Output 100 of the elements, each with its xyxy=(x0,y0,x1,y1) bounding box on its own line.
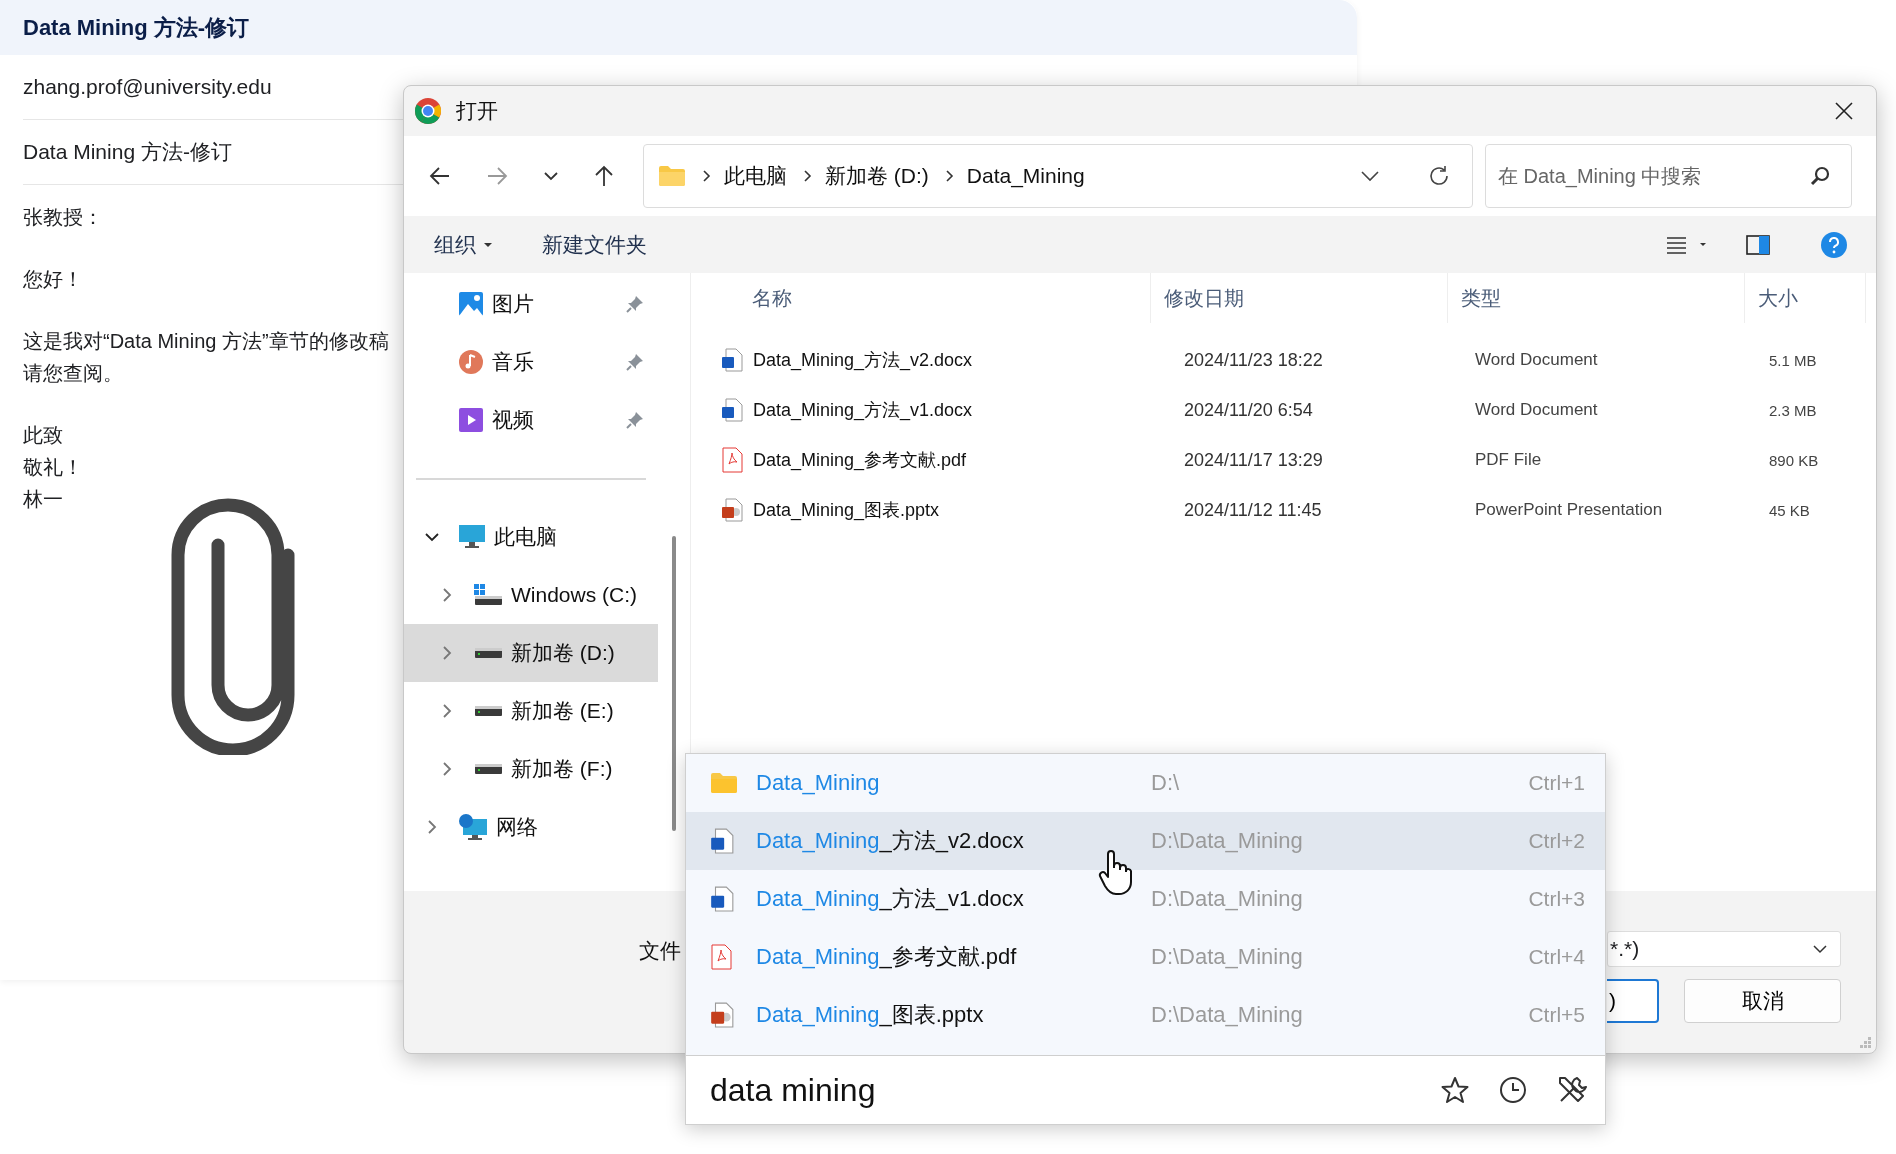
nav-label: 此电脑 xyxy=(494,524,557,550)
result-name: Data_Mining_方法_v2.docx xyxy=(756,827,1025,855)
dropdown-icon[interactable] xyxy=(1360,169,1380,183)
tree-item[interactable]: 新加卷 (D:) xyxy=(404,624,658,682)
body-text: 您好！ xyxy=(23,267,83,292)
body-text: 请您查阅。 xyxy=(23,361,123,386)
chevron-icon xyxy=(944,169,955,183)
file-name: Data_Mining_方法_v1.docx xyxy=(753,399,973,422)
modified-date: 2024/11/12 11:45 xyxy=(1183,499,1323,521)
tree-item[interactable]: Windows (C:) xyxy=(404,566,658,624)
drive-icon xyxy=(473,704,503,718)
file-name: Data_Mining_图表.pptx xyxy=(753,499,940,522)
system-drive-icon xyxy=(473,583,503,607)
search-field[interactable]: 在 Data_Mining 中搜索 xyxy=(1485,144,1852,208)
result-item[interactable]: Data_Mining_参考文献.pdf D:\Data_Mining Ctrl+4 xyxy=(686,928,1605,986)
quick-access-item[interactable]: 图片 xyxy=(404,275,658,333)
word-file-icon xyxy=(710,886,734,912)
quick-access-item[interactable]: 视频 xyxy=(404,391,658,449)
breadcrumb-item[interactable]: Data_Mining xyxy=(966,164,1085,188)
resize-grip-icon[interactable] xyxy=(1858,1035,1872,1049)
picture-icon xyxy=(458,291,484,317)
pin-icon[interactable] xyxy=(626,411,644,429)
nav-label: 音乐 xyxy=(492,349,534,375)
tree-item[interactable]: 此电脑 xyxy=(404,508,658,566)
column-header[interactable]: 名称 xyxy=(691,273,1151,323)
nav-label: 新加卷 (F:) xyxy=(511,756,613,782)
pin-icon[interactable] xyxy=(626,353,644,371)
file-row[interactable]: Data_Mining_参考文献.pdf 2024/11/17 13:29 PDF File 890 KB xyxy=(691,435,1876,485)
tree-item[interactable]: 新加卷 (F:) xyxy=(404,740,658,798)
file-name: Data_Mining_参考文献.pdf xyxy=(753,449,967,472)
body-text: 这是我对“Data Mining 方法”章节的修改稿 xyxy=(23,329,389,354)
file-name: Data_Mining_方法_v2.docx xyxy=(753,349,973,372)
folder-icon xyxy=(658,165,686,187)
search-input[interactable]: 在 Data_Mining 中搜索 xyxy=(1496,163,1809,189)
modified-date: 2024/11/17 13:29 xyxy=(1183,449,1324,471)
up-icon[interactable] xyxy=(593,164,615,188)
tree-item[interactable]: 网络 xyxy=(404,798,658,856)
scrollbar-thumb[interactable] xyxy=(672,536,676,831)
search-icon[interactable] xyxy=(1809,165,1831,187)
pdf-file-icon xyxy=(710,943,732,971)
dialog-title: 打开 xyxy=(456,98,498,124)
address-bar[interactable]: 此电脑 新加卷 (D:) Data_Mining xyxy=(643,144,1473,208)
nav-label: Windows (C:) xyxy=(511,583,637,607)
tools-icon[interactable] xyxy=(1557,1075,1587,1105)
close-icon[interactable] xyxy=(1834,101,1854,121)
word-file-icon xyxy=(710,828,734,854)
file-type: PDF File xyxy=(1474,450,1543,470)
cancel-button[interactable]: 取消 xyxy=(1684,979,1841,1023)
organize-menu[interactable]: 组织 xyxy=(434,226,492,263)
word-file-icon xyxy=(721,348,743,372)
file-type: Word Document xyxy=(1474,350,1599,370)
help-icon[interactable] xyxy=(1820,230,1848,259)
pin-icon[interactable] xyxy=(626,295,644,313)
pdf-file-icon xyxy=(721,447,743,473)
body-text: 林一 xyxy=(23,487,63,512)
shortcut-label: Ctrl+5 xyxy=(1528,1003,1585,1027)
chevron-icon xyxy=(803,169,813,183)
result-item[interactable]: Data_Mining_图表.pptx D:\Data_Mining Ctrl+5 xyxy=(686,986,1605,1044)
column-header[interactable]: 类型 xyxy=(1448,273,1745,323)
tree-item[interactable]: 新加卷 (E:) xyxy=(404,682,658,740)
nav-label: 新加卷 (D:) xyxy=(511,640,615,666)
refresh-icon[interactable] xyxy=(1428,165,1450,187)
preview-pane-icon[interactable] xyxy=(1746,234,1770,255)
search-bar[interactable]: data mining xyxy=(686,1055,1605,1124)
file-row[interactable]: Data_Mining_方法_v1.docx 2024/11/20 6:54 Word Document 2.3 MB xyxy=(691,385,1876,435)
video-icon xyxy=(458,407,484,433)
quick-access-item[interactable]: 音乐 xyxy=(404,333,658,391)
shortcut-label: Ctrl+2 xyxy=(1528,829,1585,853)
browser-logo-icon xyxy=(414,97,442,125)
breadcrumb-item[interactable]: 此电脑 xyxy=(724,162,787,190)
file-row[interactable]: Data_Mining_图表.pptx 2024/11/12 11:45 PowerPoint Presentation 45 KB xyxy=(691,485,1876,535)
file-type-dropdown[interactable]: *.*) xyxy=(1607,931,1841,967)
hand-cursor-icon xyxy=(1098,850,1134,896)
result-item[interactable]: Data_Mining_方法_v1.docx D:\Data_Mining Ctrl+3 xyxy=(686,870,1605,928)
file-type: Word Document xyxy=(1474,400,1599,420)
email-title: Data Mining 方法-修订 xyxy=(23,13,250,42)
music-icon xyxy=(458,349,484,375)
powerpoint-file-icon xyxy=(710,1002,734,1028)
result-item[interactable]: Data_Mining_方法_v2.docx D:\Data_Mining Ctrl+2 xyxy=(686,812,1605,870)
file-type: PowerPoint Presentation xyxy=(1474,500,1664,520)
breadcrumb-item[interactable]: 新加卷 (D:) xyxy=(825,162,929,190)
new-folder-button[interactable]: 新建文件夹 xyxy=(542,226,647,263)
nav-label: 图片 xyxy=(492,291,534,317)
body-text: 敬礼！ xyxy=(23,455,83,480)
file-size: 45 KB xyxy=(1768,501,1811,519)
search-input[interactable]: data mining xyxy=(708,1070,1411,1110)
chevron-icon xyxy=(702,169,712,183)
file-row[interactable]: Data_Mining_方法_v2.docx 2024/11/23 18:22 Word Document 5.1 MB xyxy=(691,335,1876,385)
open-button[interactable]: ) xyxy=(1607,979,1659,1023)
view-options-icon[interactable] xyxy=(1666,234,1706,255)
nav-label: 视频 xyxy=(492,407,534,433)
history-clock-icon[interactable] xyxy=(1499,1076,1527,1104)
chevron-down-icon[interactable] xyxy=(1812,944,1828,954)
monitor-icon xyxy=(458,524,486,550)
nav-label: 网络 xyxy=(496,814,538,840)
column-header[interactable]: 大小 xyxy=(1745,273,1866,323)
result-path: D:\Data_Mining xyxy=(1151,828,1303,854)
modified-date: 2024/11/23 18:22 xyxy=(1183,349,1324,371)
column-header[interactable]: 修改日期 xyxy=(1151,273,1448,323)
favorite-star-icon[interactable] xyxy=(1441,1076,1469,1104)
